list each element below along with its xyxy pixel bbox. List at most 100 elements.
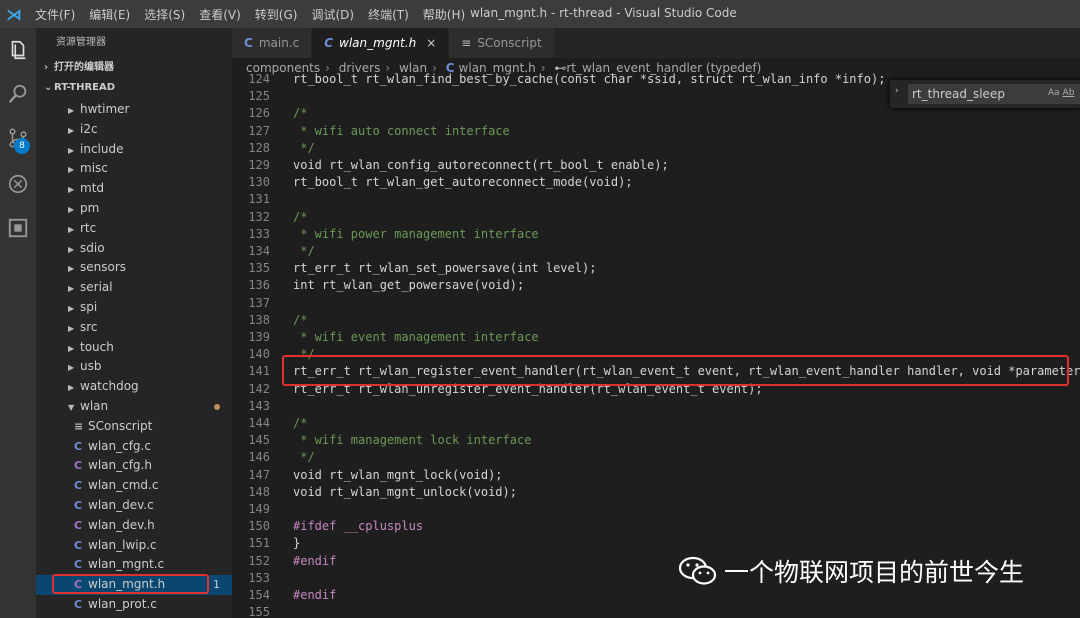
tab-label: SConscript [477, 36, 542, 50]
chevron-right-icon: ▶ [68, 204, 75, 214]
root-folder-label: RT-THREAD [54, 82, 116, 93]
folder-item[interactable]: ▶ touch [36, 338, 232, 358]
menu-item[interactable]: 文件(F) [28, 6, 82, 23]
menu-item[interactable]: 调试(D) [304, 6, 361, 23]
vscode-logo-icon: ⋊ [6, 4, 22, 24]
file-item[interactable]: ≡ SConscript [36, 417, 232, 437]
root-folder-section[interactable]: ⌄ RT-THREAD [36, 78, 232, 98]
file-item[interactable]: Cwlan_cmd.c [36, 476, 232, 496]
line-number: 152 [248, 553, 270, 568]
code-line: 144 /* [232, 415, 1080, 432]
menu-item[interactable]: 终端(T) [361, 6, 416, 23]
file-label: wlan_mgnt.c [88, 557, 165, 572]
menu-item[interactable]: 帮助(H) [416, 6, 472, 23]
chevron-right-icon: ▶ [68, 343, 75, 353]
tab-label: wlan_mgnt.h [339, 36, 417, 50]
folder-item[interactable]: ▶ hwtimer [36, 100, 232, 120]
explorer-icon[interactable] [4, 36, 32, 64]
explorer-sidebar: 资源管理器 › 打开的编辑器 ⌄ RT-THREAD ▶ hwtimer ▶ i2c ▶ in… [36, 28, 232, 618]
file-item[interactable]: Cwlan_lwip.c [36, 536, 232, 556]
folder-label: touch [80, 339, 114, 354]
folder-item[interactable]: ▶ misc [36, 159, 232, 179]
c-file-icon: C [74, 439, 83, 453]
code-editor[interactable]: 124 rt_bool_t rt_wlan_find_best_by_cache(… [232, 72, 1080, 618]
chevron-right-icon: ▶ [68, 224, 75, 234]
menu-item[interactable]: 查看(V) [192, 6, 248, 23]
chevron-right-icon: › [44, 62, 49, 73]
folder-item[interactable]: ▶ include [36, 140, 232, 160]
code-line: 145 * wifi management lock interface [232, 432, 1080, 449]
code-text: void rt_wlan_config_autoreconnect(rt_boo… [293, 158, 669, 172]
code-text: * wifi auto connect interface [293, 123, 510, 138]
file-item[interactable]: Cwlan_dev.c [36, 496, 232, 516]
menu-item[interactable]: 编辑(E) [82, 6, 137, 23]
line-number: 148 [248, 484, 270, 499]
window-title: wlan_mgnt.h - rt-thread - Visual Studio … [470, 6, 737, 20]
file-item[interactable]: Cwlan_cfg.c [36, 437, 232, 457]
tab-main-c[interactable]: Cmain.c [232, 28, 313, 58]
line-number: 140 [248, 347, 270, 362]
line-number: 145 [248, 433, 270, 448]
code-line: 138 /* [232, 312, 1080, 329]
folder-label: hwtimer [80, 102, 130, 116]
chevron-right-icon[interactable]: › [895, 86, 899, 96]
folder-item[interactable]: ▶ serial [36, 278, 232, 298]
file-label: wlan_cfg.c [88, 438, 151, 453]
folder-item[interactable]: ▶ src [36, 318, 232, 338]
menu-item[interactable]: 转到(G) [248, 6, 305, 23]
line-number: 135 [248, 261, 270, 276]
chevron-right-icon: ▶ [68, 244, 75, 254]
folder-item[interactable]: ▶ pm [36, 199, 232, 219]
c-file-icon: C [74, 498, 83, 512]
line-number: 153 [248, 570, 270, 585]
highlight-box-code [282, 355, 1069, 386]
open-editors-section[interactable]: › 打开的编辑器 [36, 58, 232, 78]
folder-item-open[interactable]: ▼ wlan [36, 397, 232, 417]
tab-label: main.c [258, 36, 300, 50]
extensions-icon[interactable] [4, 214, 32, 242]
tab-sconscript[interactable]: ≡ SConscript [449, 28, 555, 58]
debug-icon[interactable] [4, 170, 32, 198]
line-number: 142 [248, 381, 270, 396]
search-icon[interactable] [4, 80, 32, 108]
line-number: 137 [248, 295, 270, 310]
folder-label: sensors [80, 260, 127, 275]
line-number: 139 [248, 330, 270, 344]
whole-word-toggle[interactable]: Ab [1063, 88, 1075, 98]
folder-label: i2c [80, 121, 98, 136]
line-number: 144 [248, 416, 270, 430]
file-item[interactable]: Cwlan_mgnt.c [36, 555, 232, 575]
c-file-icon: C [74, 597, 83, 611]
line-number: 147 [248, 467, 270, 482]
c-file-icon: C [74, 479, 83, 493]
file-item[interactable]: Cwlan_cfg.h [36, 456, 232, 476]
chevron-right-icon: ▶ [68, 323, 75, 333]
find-widget: › rt_thread_sleep Aa Ab [890, 80, 1080, 108]
chevron-right-icon: ▶ [68, 363, 75, 373]
menu-item[interactable]: 选择(S) [137, 6, 192, 23]
tab-wlan-mgnt-h[interactable]: Cwlan_mgnt.h × [312, 28, 450, 58]
folder-item[interactable]: ▶ watchdog [36, 377, 232, 397]
match-case-toggle[interactable]: Aa [1048, 88, 1060, 98]
folder-item[interactable]: ▶ sdio [36, 239, 232, 259]
code-text: #endif [293, 588, 337, 602]
file-label: SConscript [88, 418, 153, 433]
folder-item[interactable]: ▶ rtc [36, 219, 232, 239]
code-text: rt_bool_t rt_wlan_find_best_by_cache(con… [293, 72, 886, 86]
code-line: 128 */ [232, 140, 1080, 157]
folder-item[interactable]: ▶ mtd [36, 179, 232, 199]
code-text: /* [293, 416, 308, 430]
close-icon[interactable]: × [426, 36, 436, 50]
line-number: 127 [248, 123, 270, 138]
line-number: 151 [248, 536, 270, 551]
folder-item[interactable]: ▶ usb [36, 357, 232, 377]
file-item[interactable]: Cwlan_prot.c [36, 595, 232, 615]
c-file-icon: C [74, 459, 83, 473]
code-line: 134 */ [232, 243, 1080, 260]
folder-item[interactable]: ▶ i2c [36, 120, 232, 140]
folder-item[interactable]: ▶ sensors [36, 258, 232, 278]
code-text: * wifi event management interface [293, 330, 539, 344]
code-text: } [293, 536, 301, 551]
folder-item[interactable]: ▶ spi [36, 298, 232, 318]
file-item[interactable]: Cwlan_dev.h [36, 516, 232, 536]
